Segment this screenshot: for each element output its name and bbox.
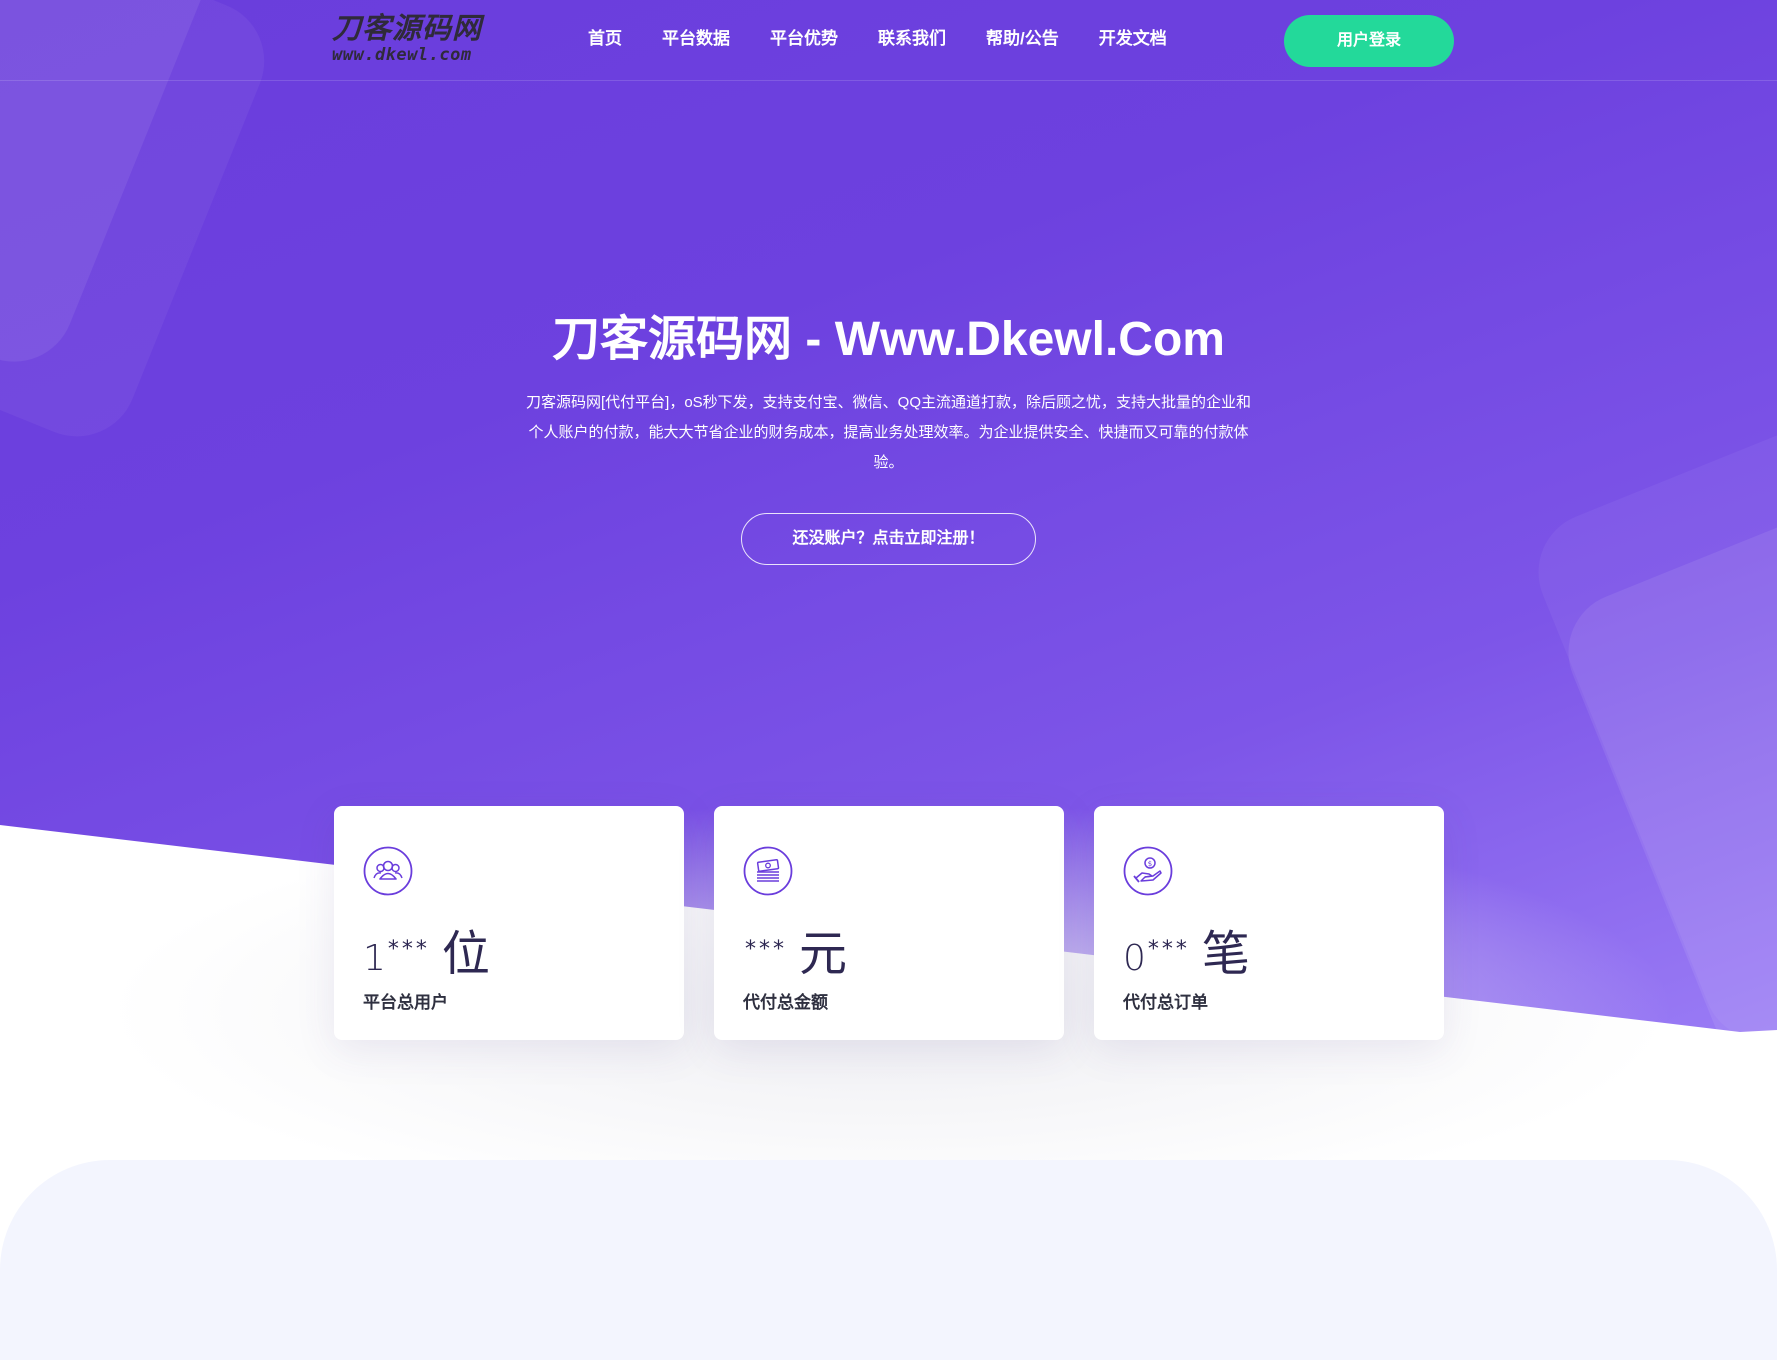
site-logo[interactable]: 刀客源码网 www.dkewl.com	[332, 10, 502, 68]
nav-item-docs[interactable]: 开发文档	[1099, 24, 1167, 54]
register-button[interactable]: 还没账户？点击立即注册！	[741, 513, 1036, 565]
nav-item-advantages[interactable]: 平台优势	[770, 24, 838, 54]
logo-subtitle: www.dkewl.com	[332, 45, 472, 65]
stat-label: 代付总订单	[1123, 993, 1208, 1012]
main-nav: 首页 平台数据 平台优势 联系我们 帮助/公告 开发文档	[588, 24, 1207, 54]
nav-item-platform-data[interactable]: 平台数据	[662, 24, 730, 54]
login-button[interactable]: 用户登录	[1284, 15, 1454, 67]
hand-coin-icon: $	[1123, 846, 1173, 896]
stat-mask: ***	[387, 937, 430, 962]
site-header: 刀客源码网 www.dkewl.com 首页 平台数据 平台优势 联系我们 帮助…	[0, 0, 1777, 81]
nav-item-contact[interactable]: 联系我们	[878, 24, 946, 54]
stat-value: 1*** 位	[363, 914, 490, 982]
stat-mask: ***	[1147, 937, 1190, 962]
nav-item-home[interactable]: 首页	[588, 24, 622, 54]
stat-value: 0*** 笔	[1123, 914, 1250, 982]
stat-label: 代付总金额	[743, 993, 828, 1012]
hero-title: 刀客源码网 - Www.Dkewl.Com	[552, 313, 1225, 366]
stat-label: 平台总用户	[363, 993, 448, 1012]
stat-unit: 元	[799, 926, 848, 982]
hero-description: 刀客源码网[代付平台]，oS秒下发，支持支付宝、微信、QQ主流通道打款，除后顾之…	[525, 394, 1252, 471]
stat-unit: 位	[441, 926, 490, 982]
nav-item-help[interactable]: 帮助/公告	[986, 24, 1059, 54]
stat-card-orders: $ 0*** 笔 代付总订单	[1094, 806, 1444, 1040]
stat-number: 0	[1123, 938, 1146, 979]
stat-card-users: 1*** 位 平台总用户	[334, 806, 684, 1040]
money-stack-icon	[743, 846, 793, 896]
stat-card-amount: *** 元 代付总金额	[714, 806, 1064, 1040]
svg-text:$: $	[1148, 860, 1152, 868]
logo-title: 刀客源码网	[332, 11, 483, 45]
stat-value: *** 元	[743, 914, 847, 982]
users-icon	[363, 846, 413, 896]
stat-unit: 笔	[1201, 926, 1250, 982]
stat-mask: ***	[745, 937, 787, 962]
stat-number: 1	[363, 938, 386, 979]
next-section	[0, 1160, 1777, 1360]
